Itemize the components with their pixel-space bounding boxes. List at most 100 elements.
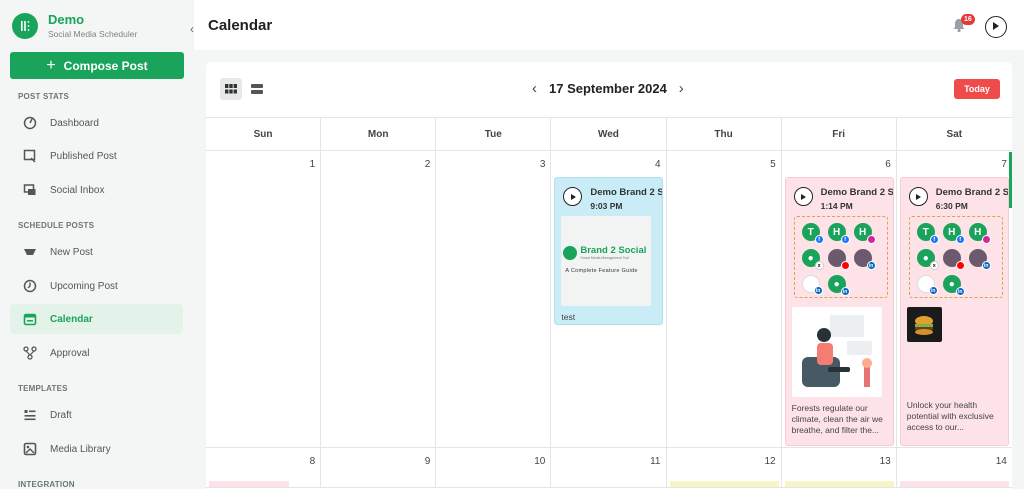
draft-icon <box>22 407 38 423</box>
scroll-indicator[interactable] <box>1009 152 1012 208</box>
linkedin-icon: in <box>813 286 823 295</box>
facebook-icon: f <box>840 235 850 244</box>
calendar-week-row: 8 9 10 11 12 13 14 <box>206 448 1012 488</box>
x-twitter-icon: x <box>814 261 824 270</box>
sidebar: Demo Social Media Scheduler + Compose Po… <box>0 0 194 489</box>
sidebar-item-label: Dashboard <box>50 117 99 129</box>
day-cell[interactable]: 1 <box>206 151 322 447</box>
calendar-panel: ‹ 17 September 2024 › Today Sun Mon Tue … <box>206 62 1012 489</box>
linkedin-icon: in <box>981 261 991 270</box>
plus-icon: + <box>46 56 56 74</box>
month-view-grid-icon[interactable] <box>220 78 242 100</box>
account-avatar: ● x <box>916 249 939 270</box>
weekday-header: Tue <box>436 118 552 150</box>
account-avatar: Hf <box>942 223 965 244</box>
sidebar-item-draft[interactable]: Draft <box>10 400 183 430</box>
compose-post-label: Compose Post <box>63 58 148 73</box>
account-avatar: Tf <box>916 223 939 244</box>
view-toggle <box>220 78 268 100</box>
day-number: 4 <box>654 159 661 170</box>
day-number: 13 <box>879 456 891 467</box>
sidebar-item-upcoming-post[interactable]: Upcoming Post <box>10 271 183 301</box>
day-number: 5 <box>770 159 776 170</box>
day-number: 6 <box>885 159 891 170</box>
day-number: 10 <box>534 456 546 467</box>
day-cell[interactable]: 2 <box>321 151 437 447</box>
section-post-stats: POST STATS <box>18 92 70 101</box>
compose-post-button[interactable]: + Compose Post <box>10 52 184 79</box>
day-number: 2 <box>424 159 431 170</box>
user-avatar[interactable] <box>985 16 1007 38</box>
top-header: Calendar 16 <box>194 0 1024 50</box>
day-cell[interactable]: 4 Demo Brand 2 S 9:03 PM Brand 2 Social … <box>551 151 667 447</box>
instagram-icon <box>981 235 991 244</box>
next-chevron-icon[interactable]: › <box>673 81 690 96</box>
prev-chevron-icon[interactable]: ‹ <box>526 81 543 96</box>
day-number: 12 <box>764 456 776 467</box>
weekday-header: Wed <box>551 118 667 150</box>
event-strip[interactable] <box>669 481 779 487</box>
sidebar-item-label: New Post <box>50 246 93 258</box>
section-schedule-posts: SCHEDULE POSTS <box>18 221 95 230</box>
calendar-week-row: 1 2 3 4 Demo Brand 2 S 9:03 PM Brand 2 S… <box>206 151 1012 448</box>
linkedin-icon: in <box>928 286 938 295</box>
section-integration: INTEGRATION <box>18 480 75 489</box>
person-icon: ● <box>833 278 840 290</box>
account-avatar: ● x <box>801 249 824 270</box>
day-cell[interactable]: 8 <box>206 448 322 487</box>
sidebar-item-calendar[interactable]: Calendar <box>10 304 183 334</box>
list-view-icon[interactable] <box>246 78 268 100</box>
day-cell[interactable]: 14 <box>897 448 1012 487</box>
event-strip[interactable] <box>209 481 289 487</box>
notification-badge: 16 <box>961 14 975 25</box>
day-cell[interactable]: 12 <box>667 448 782 487</box>
day-cell[interactable]: 5 <box>667 151 782 447</box>
day-cell[interactable]: 9 <box>321 448 437 487</box>
post-time: 9:03 PM <box>590 201 623 211</box>
day-cell[interactable]: 7 Demo Brand 2 S 6:30 PM Tf Hf H ● x in … <box>897 151 1012 447</box>
day-cell[interactable]: 11 <box>551 448 667 487</box>
day-number: 1 <box>309 159 316 170</box>
event-strip[interactable] <box>784 481 894 487</box>
person-icon: ● <box>807 252 814 264</box>
day-cell[interactable]: 6 Demo Brand 2 S 1:14 PM Tf Hf H ● x in … <box>782 151 897 447</box>
brand-subtitle: Social Media Scheduler <box>48 29 138 39</box>
day-cell[interactable]: 3 <box>436 151 552 447</box>
sidebar-item-new-post[interactable]: New Post <box>10 237 183 267</box>
event-strip[interactable] <box>899 481 1009 487</box>
account-avatar: in <box>968 249 991 270</box>
thumbnail-subtitle: Social Media Management Tool <box>580 256 630 260</box>
person-icon: ● <box>948 278 955 290</box>
sidebar-item-social-inbox[interactable]: Social Inbox <box>10 175 183 205</box>
linkedin-icon: in <box>866 261 876 270</box>
weekday-header-row: Sun Mon Tue Wed Thu Fri Sat <box>206 117 1012 151</box>
post-account-name: Demo Brand 2 S <box>590 187 663 198</box>
account-letter: H <box>833 226 841 238</box>
post-caption: test <box>561 312 576 322</box>
page-title: Calendar <box>208 17 273 34</box>
day-number: 8 <box>309 456 316 467</box>
brand-avatar <box>793 187 813 206</box>
sidebar-item-label: Published Post <box>50 150 117 162</box>
sidebar-item-approval[interactable]: Approval <box>10 338 183 368</box>
upcoming-post-icon <box>22 278 38 294</box>
social-accounts-group: Tf Hf H ● x in in ● in <box>908 216 1003 298</box>
brand-logo-icon <box>12 13 38 39</box>
day-cell[interactable]: 13 <box>782 448 897 487</box>
day-number: 14 <box>995 456 1007 467</box>
sidebar-item-label: Media Library <box>50 443 111 455</box>
scheduled-post-card[interactable]: Demo Brand 2 S 6:30 PM Tf Hf H ● x in in … <box>899 177 1009 446</box>
scheduled-post-card[interactable]: Demo Brand 2 S 1:14 PM Tf Hf H ● x in in … <box>784 177 894 446</box>
scheduled-post-card[interactable]: Demo Brand 2 S 9:03 PM Brand 2 Social So… <box>554 177 664 325</box>
sidebar-item-published-post[interactable]: Published Post <box>10 141 183 171</box>
linkedin-icon: in <box>955 287 965 296</box>
day-number: 7 <box>1001 159 1007 170</box>
facebook-icon: f <box>955 235 965 244</box>
account-avatar: ● in <box>942 275 965 296</box>
sidebar-item-media-library[interactable]: Media Library <box>10 434 183 464</box>
brand[interactable]: Demo Social Media Scheduler <box>12 12 137 40</box>
sidebar-item-dashboard[interactable]: Dashboard <box>10 108 183 138</box>
today-button[interactable]: Today <box>954 79 1000 99</box>
day-cell[interactable]: 10 <box>436 448 552 487</box>
linkedin-icon: in <box>840 287 850 296</box>
